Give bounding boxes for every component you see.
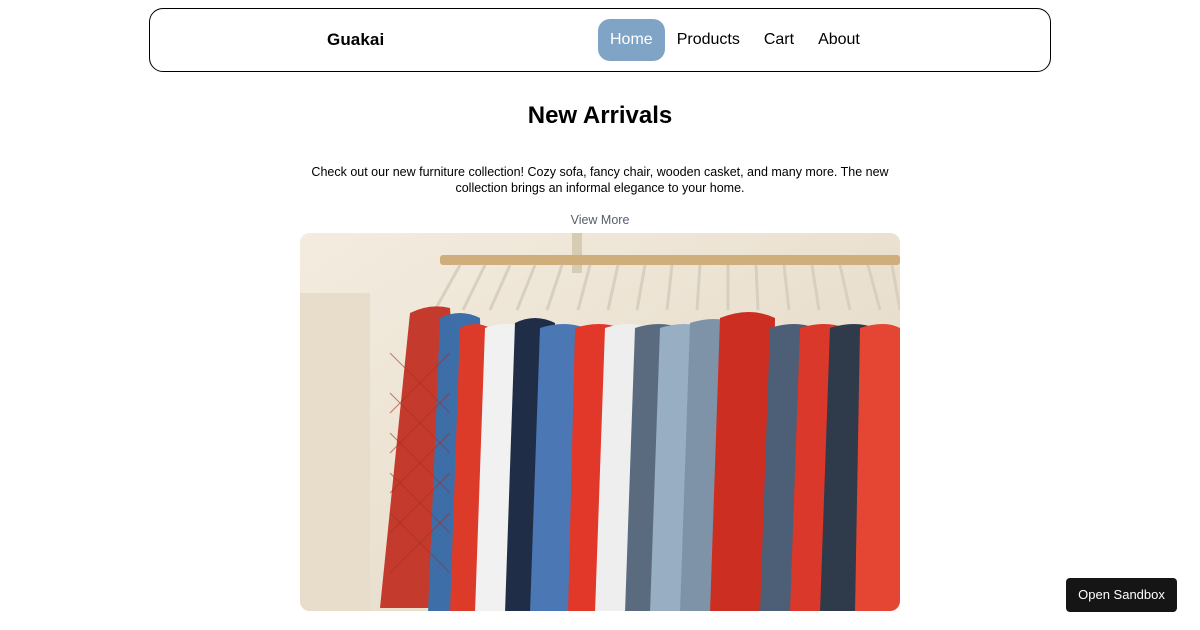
page-description: Check out our new furniture collection! … <box>311 165 889 195</box>
brand-logo[interactable]: Guakai <box>327 30 384 50</box>
nav-links: Home Products Cart About <box>598 19 872 61</box>
hero-image <box>300 233 900 611</box>
nav-link-home[interactable]: Home <box>598 19 665 61</box>
clothes-rack-illustration <box>300 233 900 611</box>
nav-link-about[interactable]: About <box>806 19 872 61</box>
view-more-link[interactable]: View More <box>0 213 1200 227</box>
open-sandbox-button[interactable]: Open Sandbox <box>1066 578 1177 612</box>
page-title: New Arrivals <box>527 102 673 129</box>
nav-link-cart[interactable]: Cart <box>752 19 806 61</box>
navbar: Guakai Home Products Cart About <box>149 8 1051 72</box>
nav-link-products[interactable]: Products <box>665 19 752 61</box>
